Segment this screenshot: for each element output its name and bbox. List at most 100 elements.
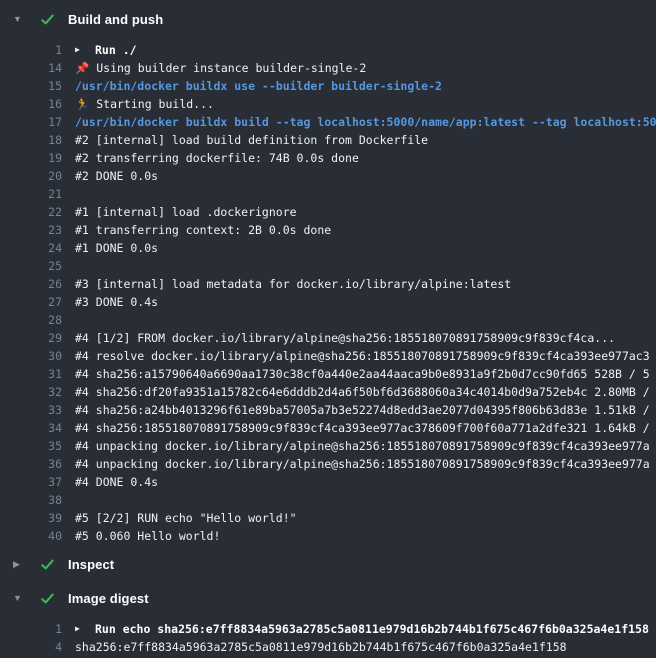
line-content: #2 [internal] load build definition from…: [75, 133, 428, 147]
log-line: 1 ▶ Run ./: [0, 41, 656, 59]
line-content: #4 sha256:df20fa9351a15782c64e6dddb2d4a6…: [75, 385, 650, 399]
line-content: sha256:e7ff8834a5963a2785c5a0811e979d16b…: [75, 640, 567, 654]
line-number[interactable]: 24: [0, 241, 62, 255]
line-number[interactable]: 21: [0, 187, 62, 201]
line-text: #5 0.060 Hello world!: [75, 529, 656, 543]
line-text: #4 sha256:df20fa9351a15782c64e6dddb2d4a6…: [75, 385, 656, 399]
line-content: #5 0.060 Hello world!: [75, 529, 220, 543]
line-number[interactable]: 17: [0, 115, 62, 129]
log-line: 23 #1 transferring context: 2B 0.0s done: [0, 221, 656, 239]
line-number[interactable]: 18: [0, 133, 62, 147]
section-header[interactable]: ▶ Inspect: [0, 549, 656, 579]
line-number[interactable]: 29: [0, 331, 62, 345]
line-number[interactable]: 20: [0, 169, 62, 183]
section-toggle-icon[interactable]: ▶: [13, 560, 25, 569]
section-toggle-icon[interactable]: ▼: [13, 15, 25, 24]
line-text: #4 DONE 0.4s: [75, 475, 656, 489]
line-text: #2 transferring dockerfile: 74B 0.0s don…: [75, 151, 656, 165]
line-text: ▶ Run ./: [75, 43, 656, 57]
line-number[interactable]: 40: [0, 529, 62, 543]
line-content: #4 sha256:a15790640a6690aa1730c38cf0a440…: [75, 367, 650, 381]
line-number[interactable]: 4: [0, 640, 62, 654]
line-number[interactable]: 27: [0, 295, 62, 309]
log-line: 17 /usr/bin/docker buildx build --tag lo…: [0, 113, 656, 131]
line-number[interactable]: 30: [0, 349, 62, 363]
line-text: 📌 Using builder instance builder-single-…: [75, 61, 656, 75]
check-icon: [39, 11, 55, 27]
line-number[interactable]: 16: [0, 97, 62, 111]
line-text: #5 [2/2] RUN echo "Hello world!": [75, 511, 656, 525]
log-section-build-and-push: ▼ Build and push 1 ▶ Run ./ 14 📌 Using bu…: [0, 4, 656, 545]
log-line: 18 #2 [internal] load build definition f…: [0, 131, 656, 149]
line-number[interactable]: 26: [0, 277, 62, 291]
section-toggle-icon[interactable]: ▼: [13, 594, 25, 603]
line-number[interactable]: 28: [0, 313, 62, 327]
line-text: #2 [internal] load build definition from…: [75, 133, 656, 147]
section-lines: 1 ▶ Run echo sha256:e7ff8834a5963a2785c5a…: [0, 613, 656, 656]
line-number[interactable]: 33: [0, 403, 62, 417]
line-text: sha256:e7ff8834a5963a2785c5a0811e979d16b…: [75, 640, 656, 654]
log-line: 4 sha256:e7ff8834a5963a2785c5a0811e979d1…: [0, 638, 656, 656]
line-content: #2 transferring dockerfile: 74B 0.0s don…: [75, 151, 359, 165]
line-content: #4 resolve docker.io/library/alpine@sha2…: [75, 349, 650, 363]
log-line: 22 #1 [internal] load .dockerignore: [0, 203, 656, 221]
line-text: #4 unpacking docker.io/library/alpine@sh…: [75, 457, 656, 471]
line-number[interactable]: 1: [0, 43, 62, 57]
line-content: #4 unpacking docker.io/library/alpine@sh…: [75, 439, 650, 453]
log-line: 15 /usr/bin/docker buildx use --builder …: [0, 77, 656, 95]
line-number[interactable]: 15: [0, 79, 62, 93]
group-toggle-icon[interactable]: ▶: [75, 46, 87, 54]
log-line: 19 #2 transferring dockerfile: 74B 0.0s …: [0, 149, 656, 167]
log-line: 30 #4 resolve docker.io/library/alpine@s…: [0, 347, 656, 365]
line-content: /usr/bin/docker buildx use --builder bui…: [75, 79, 442, 93]
log-line: 1 ▶ Run echo sha256:e7ff8834a5963a2785c5a…: [0, 620, 656, 638]
log-line: 38: [0, 491, 656, 509]
line-number[interactable]: 19: [0, 151, 62, 165]
line-text: #1 DONE 0.0s: [75, 241, 656, 255]
section-label: Image digest: [68, 591, 149, 606]
section-lines: 1 ▶ Run ./ 14 📌 Using builder instance bu…: [0, 34, 656, 545]
line-number[interactable]: 36: [0, 457, 62, 471]
line-content: #4 [1/2] FROM docker.io/library/alpine@s…: [75, 331, 615, 345]
line-content: #3 DONE 0.4s: [75, 295, 158, 309]
group-toggle-icon[interactable]: ▶: [75, 625, 87, 633]
section-label: Inspect: [68, 557, 114, 572]
line-text: /usr/bin/docker buildx build --tag local…: [75, 115, 656, 129]
line-number[interactable]: 39: [0, 511, 62, 525]
log-line: 35 #4 unpacking docker.io/library/alpine…: [0, 437, 656, 455]
line-text: #4 unpacking docker.io/library/alpine@sh…: [75, 439, 656, 453]
line-number[interactable]: 25: [0, 259, 62, 273]
check-icon: [39, 590, 55, 606]
log-line: 29 #4 [1/2] FROM docker.io/library/alpin…: [0, 329, 656, 347]
log-line: 24 #1 DONE 0.0s: [0, 239, 656, 257]
line-number[interactable]: 22: [0, 205, 62, 219]
line-text: ▶ Run echo sha256:e7ff8834a5963a2785c5a08…: [75, 622, 656, 636]
log-section-inspect: ▶ Inspect: [0, 549, 656, 579]
line-text: #4 sha256:a15790640a6690aa1730c38cf0a440…: [75, 367, 656, 381]
line-content: #1 transferring context: 2B 0.0s done: [75, 223, 331, 237]
line-content: 📌 Using builder instance builder-single-…: [75, 61, 366, 75]
line-content: #4 unpacking docker.io/library/alpine@sh…: [75, 457, 650, 471]
line-number[interactable]: 34: [0, 421, 62, 435]
line-text: #1 [internal] load .dockerignore: [75, 205, 656, 219]
line-text: #1 transferring context: 2B 0.0s done: [75, 223, 656, 237]
line-text: #4 sha256:a24bb4013296f61e89ba57005a7b3e…: [75, 403, 656, 417]
line-content: #5 [2/2] RUN echo "Hello world!": [75, 511, 297, 525]
line-content: Run echo sha256:e7ff8834a5963a2785c5a081…: [95, 622, 649, 636]
log-line: 21: [0, 185, 656, 203]
line-content: Run ./: [95, 43, 137, 57]
line-number[interactable]: 38: [0, 493, 62, 507]
line-number[interactable]: 35: [0, 439, 62, 453]
line-number[interactable]: 14: [0, 61, 62, 75]
line-content: #2 DONE 0.0s: [75, 169, 158, 183]
line-number[interactable]: 31: [0, 367, 62, 381]
line-number[interactable]: 37: [0, 475, 62, 489]
section-header[interactable]: ▼ Image digest: [0, 583, 656, 613]
section-header[interactable]: ▼ Build and push: [0, 4, 656, 34]
check-icon: [39, 556, 55, 572]
log-line: 14 📌 Using builder instance builder-sing…: [0, 59, 656, 77]
line-content: #3 [internal] load metadata for docker.i…: [75, 277, 511, 291]
line-number[interactable]: 1: [0, 622, 62, 636]
line-number[interactable]: 32: [0, 385, 62, 399]
line-number[interactable]: 23: [0, 223, 62, 237]
